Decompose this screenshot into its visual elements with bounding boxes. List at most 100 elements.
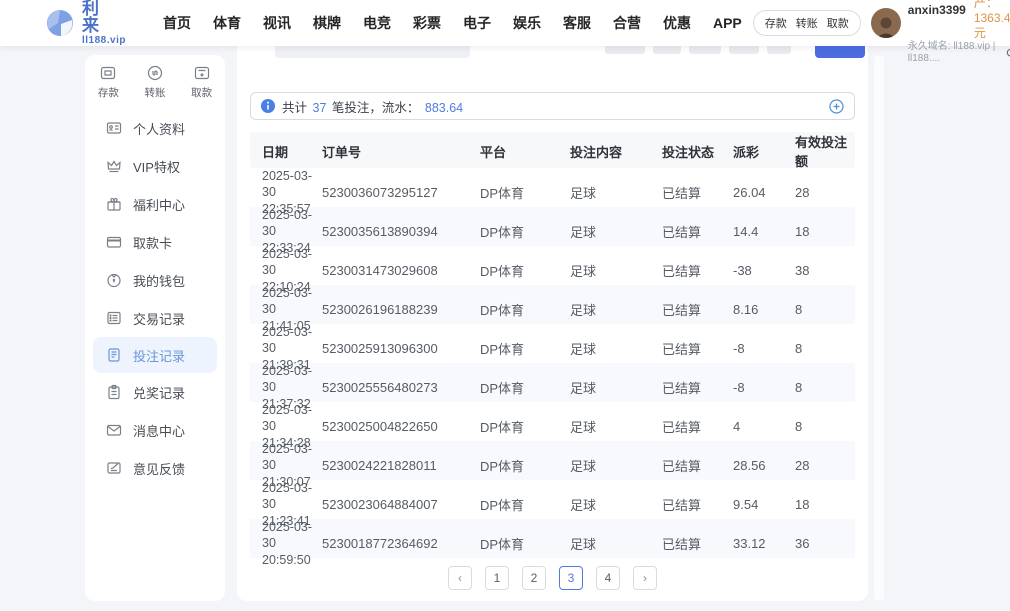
sidebar-item-transactions[interactable]: 交易记录 [85, 299, 225, 337]
permanent-domain: 永久域名: ll188.vip | ll188.... [908, 41, 1004, 66]
cell-status: 已结算 [662, 417, 733, 436]
transfer-link[interactable]: 转账 [796, 15, 818, 31]
expand-plus-icon[interactable] [829, 99, 844, 114]
site-logo[interactable]: 利来 ll188.vip [45, 0, 126, 46]
page-button-3-active[interactable]: 3 [559, 566, 583, 590]
bet-records-panel: 共计 37 笔投注，流水： 883.64 日期 订单号 平台 投注内容 投注状态… [237, 20, 868, 601]
header-right: 存款 转账 取款 anxin3399 总资产： 1363.49元 永久域名: l… [753, 0, 1010, 66]
cell-payout: -38 [733, 263, 795, 278]
nav-item-sports[interactable]: 体育 [202, 13, 252, 33]
nav-item-service[interactable]: 客服 [552, 13, 602, 33]
col-payout: 派彩 [733, 142, 795, 161]
table-body: 2025-03-3022:35:57 5230036073295127 DP体育… [250, 168, 855, 558]
cell-status: 已结算 [662, 183, 733, 202]
sidebar-transfer-button[interactable]: 转账 [132, 64, 179, 100]
cell-platform: DP体育 [480, 261, 570, 280]
withdraw-icon [193, 64, 211, 82]
deposit-link[interactable]: 存款 [765, 15, 787, 31]
nav-item-live[interactable]: 视讯 [252, 13, 302, 33]
nav-item-lottery[interactable]: 彩票 [402, 13, 452, 33]
transaction-list-icon [106, 310, 122, 326]
cell-order: 5230025556480273 [322, 380, 480, 395]
table-row: 2025-03-3021:34:28 5230025004822650 DP体育… [250, 402, 855, 441]
page-button-1[interactable]: 1 [485, 566, 509, 590]
cell-valid: 18 [795, 224, 855, 239]
deposit-icon [99, 64, 117, 82]
username: anxin3399 [908, 3, 966, 18]
sidebar-deposit-button[interactable]: 存款 [85, 64, 132, 100]
cell-platform: DP体育 [480, 183, 570, 202]
sidebar-item-feedback[interactable]: 意见反馈 [85, 449, 225, 487]
cell-valid: 28 [795, 185, 855, 200]
cell-order: 5230031473029608 [322, 263, 480, 278]
sidebar-item-bet-records[interactable]: 投注记录 [93, 337, 217, 373]
cell-valid: 8 [795, 419, 855, 434]
content-scrollbar[interactable] [874, 55, 884, 601]
cell-platform: DP体育 [480, 495, 570, 514]
cell-platform: DP体育 [480, 534, 570, 553]
user-info[interactable]: anxin3399 总资产： 1363.49元 永久域名: ll188.vip … [908, 0, 1010, 66]
cell-content: 足球 [570, 534, 662, 553]
info-icon [261, 99, 275, 113]
user-avatar[interactable] [871, 8, 901, 38]
cell-content: 足球 [570, 183, 662, 202]
cell-payout: 14.4 [733, 224, 795, 239]
cell-valid: 8 [795, 302, 855, 317]
sidebar-item-vip[interactable]: VIP特权 [85, 147, 225, 185]
table-row: 2025-03-3021:23:41 5230023064884007 DP体育… [250, 480, 855, 519]
bet-record-icon [106, 347, 122, 363]
nav-item-slots[interactable]: 电子 [452, 13, 502, 33]
cell-payout: -8 [733, 380, 795, 395]
cell-valid: 8 [795, 380, 855, 395]
main-nav: 首页 体育 视讯 棋牌 电竞 彩票 电子 娱乐 客服 合营 优惠 APP [152, 13, 753, 33]
nav-item-app[interactable]: APP [702, 15, 753, 31]
search-icon[interactable] [1006, 48, 1010, 59]
sidebar-item-profile[interactable]: 个人资料 [85, 109, 225, 147]
logo-swirl-icon [45, 8, 75, 38]
cell-platform: DP体育 [480, 378, 570, 397]
nav-item-esports[interactable]: 电竞 [352, 13, 402, 33]
summary-text: 共计 37 笔投注，流水： 883.64 [282, 97, 465, 116]
nav-item-promo[interactable]: 优惠 [652, 13, 702, 33]
cell-order: 5230023064884007 [322, 497, 480, 512]
cell-status: 已结算 [662, 495, 733, 514]
table-row: 2025-03-3022:33:24 5230035613890394 DP体育… [250, 207, 855, 246]
col-content: 投注内容 [570, 142, 662, 161]
cell-platform: DP体育 [480, 222, 570, 241]
cell-platform: DP体育 [480, 300, 570, 319]
sidebar-quick-actions: 存款 转账 取款 [85, 55, 225, 100]
cell-status: 已结算 [662, 261, 733, 280]
cell-payout: 26.04 [733, 185, 795, 200]
logo-title: 利来 [82, 0, 126, 34]
cell-status: 已结算 [662, 534, 733, 553]
nav-item-partner[interactable]: 合营 [602, 13, 652, 33]
cell-payout: -8 [733, 341, 795, 356]
id-card-icon [106, 120, 122, 136]
nav-item-cards[interactable]: 棋牌 [302, 13, 352, 33]
page-button-4[interactable]: 4 [596, 566, 620, 590]
sidebar-item-withdraw-card[interactable]: 取款卡 [85, 223, 225, 261]
nav-item-home[interactable]: 首页 [152, 13, 202, 33]
cell-status: 已结算 [662, 378, 733, 397]
cell-status: 已结算 [662, 339, 733, 358]
page-button-2[interactable]: 2 [522, 566, 546, 590]
sidebar-item-messages[interactable]: 消息中心 [85, 411, 225, 449]
sidebar-item-wallet[interactable]: 我的钱包 [85, 261, 225, 299]
next-page-button[interactable]: › [633, 566, 657, 590]
cell-platform: DP体育 [480, 456, 570, 475]
withdraw-link[interactable]: 取款 [827, 15, 849, 31]
prev-page-button[interactable]: ‹ [448, 566, 472, 590]
cell-payout: 28.56 [733, 458, 795, 473]
sidebar-withdraw-button[interactable]: 取款 [178, 64, 225, 100]
sidebar-item-welfare[interactable]: 福利中心 [85, 185, 225, 223]
nav-item-entertainment[interactable]: 娱乐 [502, 13, 552, 33]
cell-content: 足球 [570, 495, 662, 514]
cell-status: 已结算 [662, 222, 733, 241]
sidebar-item-prize-records[interactable]: 兑奖记录 [85, 373, 225, 411]
cell-content: 足球 [570, 456, 662, 475]
cell-content: 足球 [570, 222, 662, 241]
table-row: 2025-03-3020:59:50 5230018772364692 DP体育… [250, 519, 855, 558]
cell-status: 已结算 [662, 300, 733, 319]
cell-platform: DP体育 [480, 339, 570, 358]
col-valid: 有效投注额 [795, 132, 855, 170]
